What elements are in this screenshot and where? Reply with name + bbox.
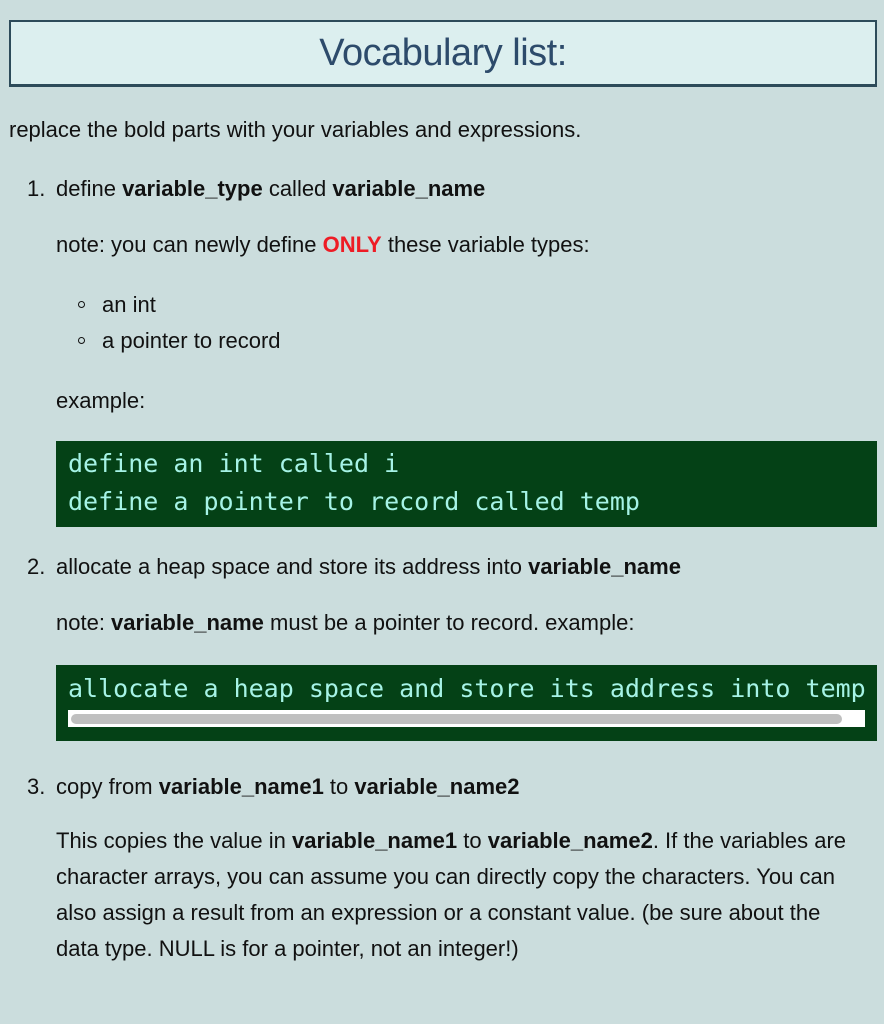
text: these variable types: [381, 232, 590, 257]
step-number: 1. [27, 176, 46, 201]
code-line: define a pointer to record called temp [68, 487, 640, 516]
step-2: 2. allocate a heap space and store its a… [0, 553, 884, 741]
step-note: note: you can newly define ONLY these va… [56, 227, 884, 263]
step-note: note: variable_name must be a pointer to… [56, 605, 884, 641]
step-heading: allocate a heap space and store its addr… [56, 553, 884, 581]
example-label: example: [56, 388, 146, 413]
placeholder-term: variable_name [528, 554, 681, 579]
list-item: an int [78, 287, 884, 323]
list-item: a pointer to record [78, 323, 884, 359]
code-example: define an int called i define a pointer … [56, 441, 877, 527]
list-item-text: an int [102, 292, 156, 317]
emphasis-only: ONLY [322, 232, 382, 257]
scrollbar-thumb[interactable] [71, 714, 842, 724]
step-1: 1. define variable_type called variable_… [0, 175, 884, 527]
text: define [56, 176, 123, 201]
placeholder-term: variable_name [111, 610, 264, 635]
placeholder-term: variable_name1 [158, 774, 324, 799]
variable-types-list: an int a pointer to record [56, 287, 884, 359]
horizontal-scrollbar[interactable] [68, 710, 865, 727]
text: This copies the value in [56, 828, 293, 853]
placeholder-term: variable_name2 [487, 828, 653, 853]
text: called [262, 176, 333, 201]
text: note: [56, 610, 112, 635]
steps-list: 1. define variable_type called variable_… [0, 175, 884, 967]
code-line: define an int called i [68, 449, 400, 478]
placeholder-term: variable_type [122, 176, 263, 201]
circle-bullet-icon [78, 337, 85, 344]
list-item-text: a pointer to record [102, 328, 281, 353]
step-heading: define variable_type called variable_nam… [56, 175, 884, 203]
text: allocate a heap space and store its addr… [56, 554, 529, 579]
code-example: allocate a heap space and store its addr… [56, 665, 877, 741]
intro-text: replace the bold parts with your variabl… [9, 117, 582, 142]
text: copy from [56, 774, 159, 799]
text: to [457, 828, 488, 853]
text: note: you can newly define [56, 232, 323, 257]
title-banner: Vocabulary list: [9, 20, 877, 87]
step-heading: copy from variable_name1 to variable_nam… [56, 773, 884, 801]
placeholder-term: variable_name2 [354, 774, 520, 799]
code-line: allocate a heap space and store its addr… [68, 674, 866, 703]
step-number: 2. [27, 554, 46, 579]
circle-bullet-icon [78, 301, 85, 308]
placeholder-term: variable_name [332, 176, 486, 201]
text: must be a pointer to record. example: [263, 610, 635, 635]
page-title: Vocabulary list: [319, 32, 567, 74]
step-3: 3. copy from variable_name1 to variable_… [0, 773, 884, 967]
step-number: 3. [27, 774, 46, 799]
text: to [323, 774, 355, 799]
placeholder-term: variable_name1 [292, 828, 458, 853]
step-description: This copies the value in variable_name1 … [56, 823, 866, 967]
